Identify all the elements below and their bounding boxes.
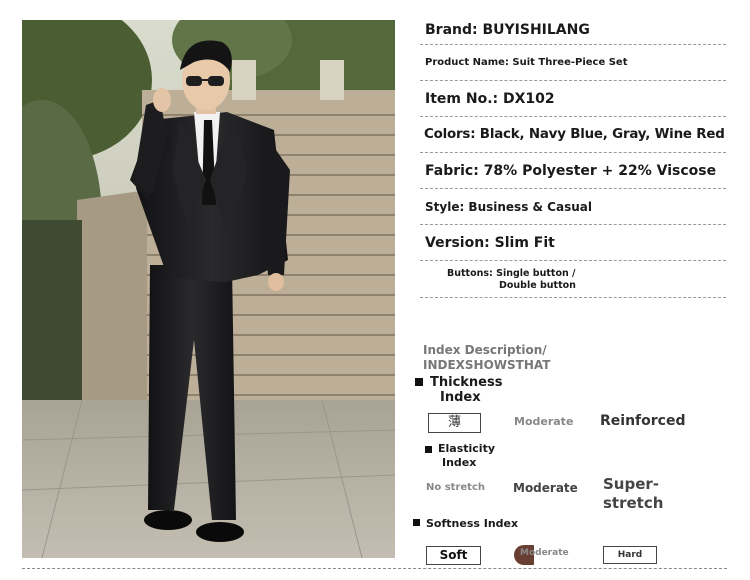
spec-fabric-row: Fabric: 78% Polyester + 22% Viscose — [420, 153, 726, 189]
spec-colors-row: Colors: Black, Navy Blue, Gray, Wine Red — [420, 117, 726, 153]
spec-buttons-line1: Buttons: Single button / — [447, 268, 576, 279]
spec-item-no: Item No.: DX102 — [425, 90, 555, 107]
bottom-divider — [22, 568, 727, 569]
elasticity-bullet-icon — [425, 446, 432, 453]
spec-list: Brand: BUYISHILANG Product Name: Suit Th… — [420, 16, 726, 298]
spec-version: Version: Slim Fit — [425, 234, 555, 251]
thickness-index-label: Thickness Index — [430, 375, 502, 405]
thickness-label-line2: Index — [440, 390, 481, 405]
thickness-bullet-icon — [415, 378, 423, 386]
softness-option-moderate: Moderate — [520, 548, 569, 558]
spec-brand: Brand: BUYISHILANG — [425, 22, 590, 38]
spec-fabric: Fabric: 78% Polyester + 22% Viscose — [425, 162, 717, 179]
elasticity-option-moderate: Moderate — [513, 481, 578, 495]
elasticity-label-line2: Index — [442, 456, 477, 469]
softness-index-label: Softness Index — [426, 517, 519, 530]
index-title-line1: Index Description/ — [423, 343, 547, 357]
super-stretch-line2: stretch — [603, 494, 664, 512]
elasticity-option-no-stretch: No stretch — [426, 482, 485, 493]
thickness-option-thin: 薄 — [428, 413, 481, 433]
spec-style: Style: Business & Casual — [425, 199, 592, 214]
model-in-suit-photo — [22, 20, 395, 558]
elasticity-option-super-stretch: Super- stretch — [603, 475, 663, 512]
spec-buttons-line2: Double button — [499, 280, 576, 291]
softness-option-hard: Hard — [603, 546, 657, 564]
spec-product-name: Product Name: Suit Three-Piece Set — [425, 57, 628, 68]
index-description-title: Index Description/ INDEXSHOWSTHAT — [423, 343, 550, 373]
index-title-line2: INDEXSHOWSTHAT — [423, 358, 551, 372]
softness-bullet-icon — [413, 519, 420, 526]
product-photo — [22, 20, 395, 558]
spec-brand-row: Brand: BUYISHILANG — [420, 16, 726, 45]
spec-version-row: Version: Slim Fit — [420, 225, 726, 261]
thickness-option-moderate: Moderate — [514, 415, 574, 428]
spec-product-name-row: Product Name: Suit Three-Piece Set — [420, 45, 726, 81]
elasticity-label-line1: Elasticity — [438, 442, 496, 455]
super-stretch-line1: Super- — [603, 475, 660, 493]
thickness-label-line1: Thickness — [430, 375, 503, 390]
spec-buttons-row: Buttons: Single button / Double button — [420, 261, 726, 298]
spec-style-row: Style: Business & Casual — [420, 189, 726, 225]
thickness-option-reinforced: Reinforced — [600, 413, 686, 429]
softness-option-soft: Soft — [426, 546, 481, 565]
spec-item-no-row: Item No.: DX102 — [420, 81, 726, 117]
spec-colors: Colors: Black, Navy Blue, Gray, Wine Red — [424, 127, 725, 142]
elasticity-index-label: Elasticity Index — [438, 442, 495, 470]
